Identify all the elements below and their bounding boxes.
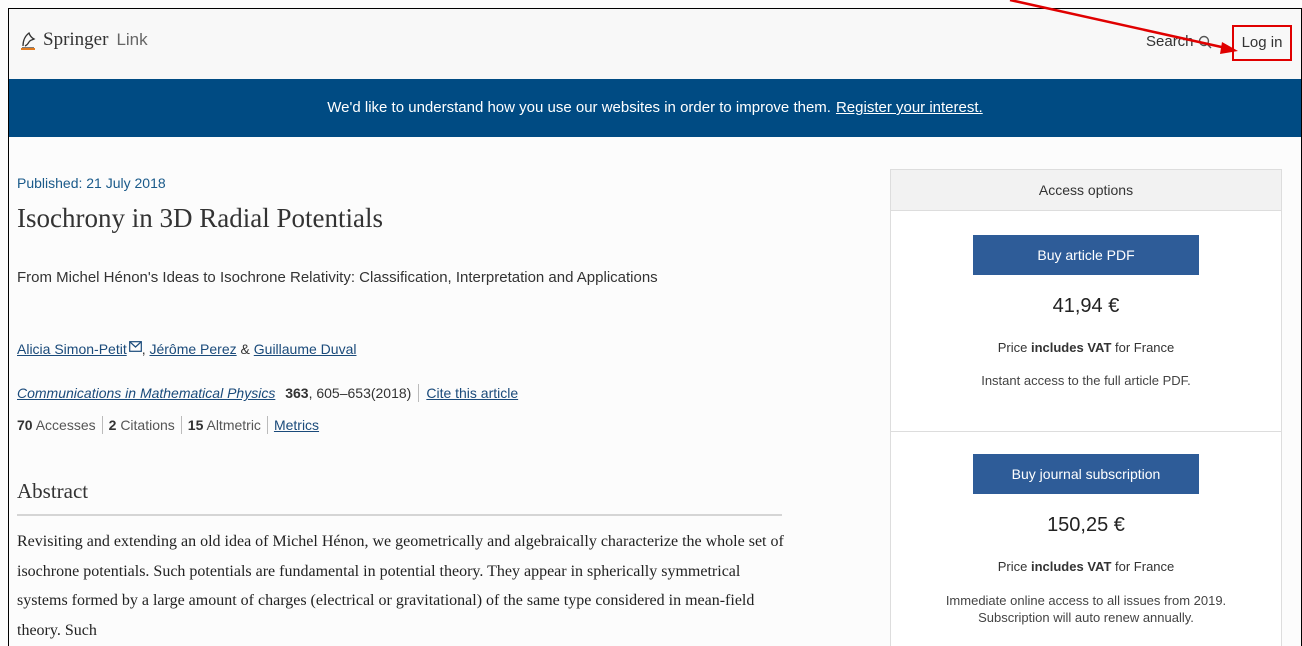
springer-horse-icon — [21, 31, 36, 50]
vat-bold: includes VAT — [1030, 340, 1112, 355]
buy-article-pdf-button[interactable]: Buy article PDF — [973, 235, 1199, 275]
published-date: Published: 21 July 2018 — [17, 175, 166, 191]
logo-springer-text: Springer — [43, 29, 109, 50]
citations-label: Citations — [120, 417, 175, 433]
vat-prefix: Price — [997, 340, 1028, 355]
altmetric-count: 15 — [187, 417, 204, 433]
article-pdf-offer: Buy article PDF 41,94 € Price includes V… — [891, 211, 1281, 431]
springer-link-logo[interactable]: Springer Link — [19, 29, 148, 51]
journal-volume: 363 — [285, 385, 309, 401]
subscription-note-2: Subscription will auto renew annually. — [978, 610, 1194, 625]
subscription-price: 150,25 € — [1047, 514, 1125, 536]
article-metrics: 70 Accesses 2 Citations 15 Altmetric Metric… — [17, 416, 319, 434]
vat-suffix: for France — [1115, 559, 1175, 574]
login-button[interactable]: Log in — [1232, 25, 1292, 61]
author-separator: & — [240, 341, 250, 357]
altmetric-label: Altmetric — [206, 417, 261, 433]
author-link[interactable]: Jérôme Perez — [149, 341, 236, 357]
vat-prefix: Price — [997, 559, 1028, 574]
banner-text: We'd like to understand how you use our … — [327, 99, 831, 116]
search-button[interactable]: Search — [1146, 33, 1212, 50]
abstract-heading: Abstract — [17, 479, 782, 516]
vat-suffix: for France — [1115, 340, 1175, 355]
register-interest-link[interactable]: Register your interest. — [836, 99, 983, 116]
buy-journal-subscription-button[interactable]: Buy journal subscription — [973, 454, 1199, 494]
author-list: Alicia Simon-Petit, Jérôme Perez & Guill… — [17, 341, 356, 357]
journal-subscription-offer: Buy journal subscription 150,25 € Price … — [891, 432, 1281, 626]
author-separator: , — [141, 341, 146, 357]
metrics-link[interactable]: Metrics — [274, 417, 319, 433]
survey-banner: We'd like to understand how you use our … — [9, 79, 1301, 137]
divider — [180, 416, 182, 434]
journal-link[interactable]: Communications in Mathematical Physics — [17, 385, 275, 401]
vat-note: Price includes VAT for France — [891, 340, 1281, 355]
divider — [101, 416, 103, 434]
author-link[interactable]: Alicia Simon-Petit — [17, 341, 127, 357]
article-title: Isochrony in 3D Radial Potentials — [17, 203, 383, 233]
abstract-text: Revisiting and extending an old idea of … — [17, 533, 784, 639]
site-header: Springer Link Search Log in — [9, 9, 1301, 80]
vat-bold: includes VAT — [1030, 559, 1112, 574]
page-frame: Springer Link Search Log in We'd like to… — [8, 8, 1302, 646]
divider — [418, 384, 420, 402]
vat-note: Price includes VAT for France — [891, 559, 1281, 574]
citations-count: 2 — [108, 417, 117, 433]
access-options-panel: Access options Buy article PDF 41,94 € P… — [890, 169, 1282, 646]
search-icon — [1198, 35, 1212, 48]
accesses-label: Accesses — [35, 417, 96, 433]
envelope-icon[interactable] — [128, 341, 142, 352]
pdf-access-note: Instant access to the full article PDF. — [981, 373, 1191, 388]
journal-info: Communications in Mathematical Physics 3… — [17, 384, 518, 402]
cite-article-link[interactable]: Cite this article — [426, 385, 518, 401]
article-subtitle: From Michel Hénon's Ideas to Isochrone R… — [17, 269, 658, 286]
author-link[interactable]: Guillaume Duval — [254, 341, 357, 357]
article-pdf-price: 41,94 € — [1052, 295, 1120, 317]
journal-pages: , 605–653(2018) — [308, 385, 412, 401]
accesses-count: 70 — [17, 417, 33, 433]
subscription-note-1: Immediate online access to all issues fr… — [945, 593, 1227, 608]
divider — [266, 416, 268, 434]
access-options-heading: Access options — [891, 170, 1281, 211]
search-label: Search — [1146, 33, 1194, 50]
logo-link-text: Link — [116, 30, 148, 49]
